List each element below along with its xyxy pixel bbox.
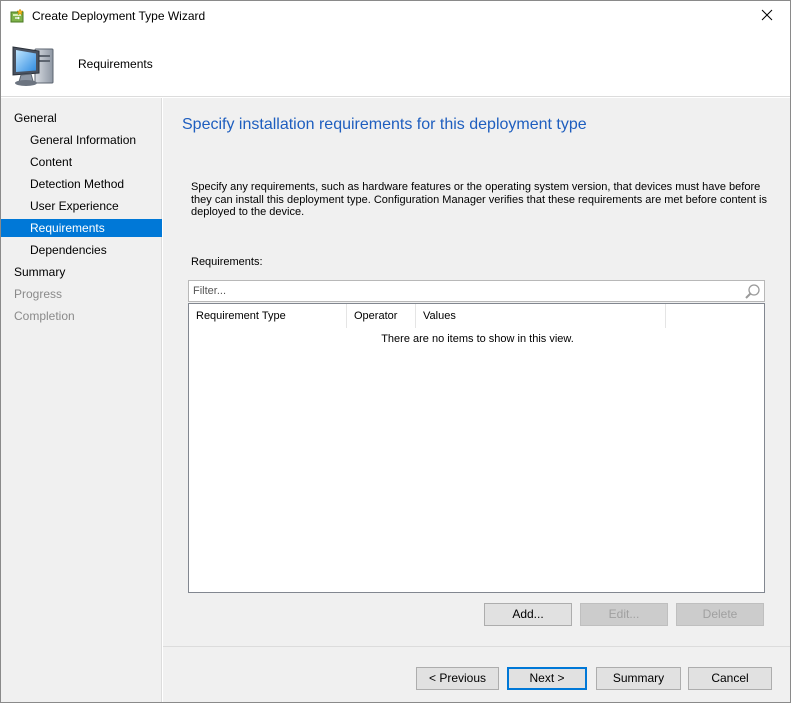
wizard-banner: Requirements [1, 32, 790, 97]
column-header-operator[interactable]: Operator [347, 304, 416, 328]
nav-item-summary[interactable]: Summary [1, 263, 162, 281]
add-button[interactable]: Add... [484, 603, 572, 626]
cancel-button[interactable]: Cancel [688, 667, 772, 690]
summary-button[interactable]: Summary [596, 667, 681, 690]
nav-item-dependencies[interactable]: Dependencies [1, 241, 162, 259]
close-button[interactable] [744, 1, 790, 31]
previous-button[interactable]: < Previous [416, 667, 499, 690]
edit-button: Edit... [580, 603, 668, 626]
wizard-footer: < Previous Next > Summary Cancel [163, 647, 790, 702]
search-icon[interactable] [744, 283, 762, 300]
nav-item-progress: Progress [14, 287, 63, 301]
nav-item-detection-method[interactable]: Detection Method [1, 175, 162, 193]
filter-box[interactable] [188, 280, 765, 302]
requirements-label: Requirements: [191, 256, 263, 268]
delete-button: Delete [676, 603, 764, 626]
wizard-window: Create Deployment Type Wizard Requiremen… [0, 0, 791, 703]
filter-input[interactable] [189, 281, 739, 301]
main-panel: Specify installation requirements for th… [163, 98, 790, 646]
computer-icon [9, 41, 59, 89]
window-title: Create Deployment Type Wizard [32, 9, 206, 23]
page-heading: Specify installation requirements for th… [182, 116, 587, 133]
wizard-icon [10, 8, 26, 24]
nav-item-requirements[interactable]: Requirements [1, 219, 162, 237]
column-header-requirement-type[interactable]: Requirement Type [189, 304, 347, 328]
next-button[interactable]: Next > [507, 667, 587, 690]
wizard-nav: General General Information Content Dete… [1, 98, 162, 702]
requirements-list[interactable]: Requirement Type Operator Values There a… [188, 303, 765, 593]
nav-item-user-experience[interactable]: User Experience [1, 197, 162, 215]
list-header: Requirement Type Operator Values [189, 304, 764, 328]
banner-title: Requirements [78, 57, 153, 71]
title-bar: Create Deployment Type Wizard [1, 1, 790, 32]
nav-item-general-information[interactable]: General Information [1, 131, 162, 149]
nav-item-content[interactable]: Content [1, 153, 162, 171]
close-icon [761, 9, 773, 24]
empty-list-message: There are no items to show in this view. [381, 333, 574, 345]
page-description: Specify any requirements, such as hardwa… [191, 181, 767, 218]
nav-item-general[interactable]: General [1, 109, 162, 127]
nav-item-completion: Completion [14, 309, 75, 323]
column-header-values[interactable]: Values [416, 304, 666, 328]
